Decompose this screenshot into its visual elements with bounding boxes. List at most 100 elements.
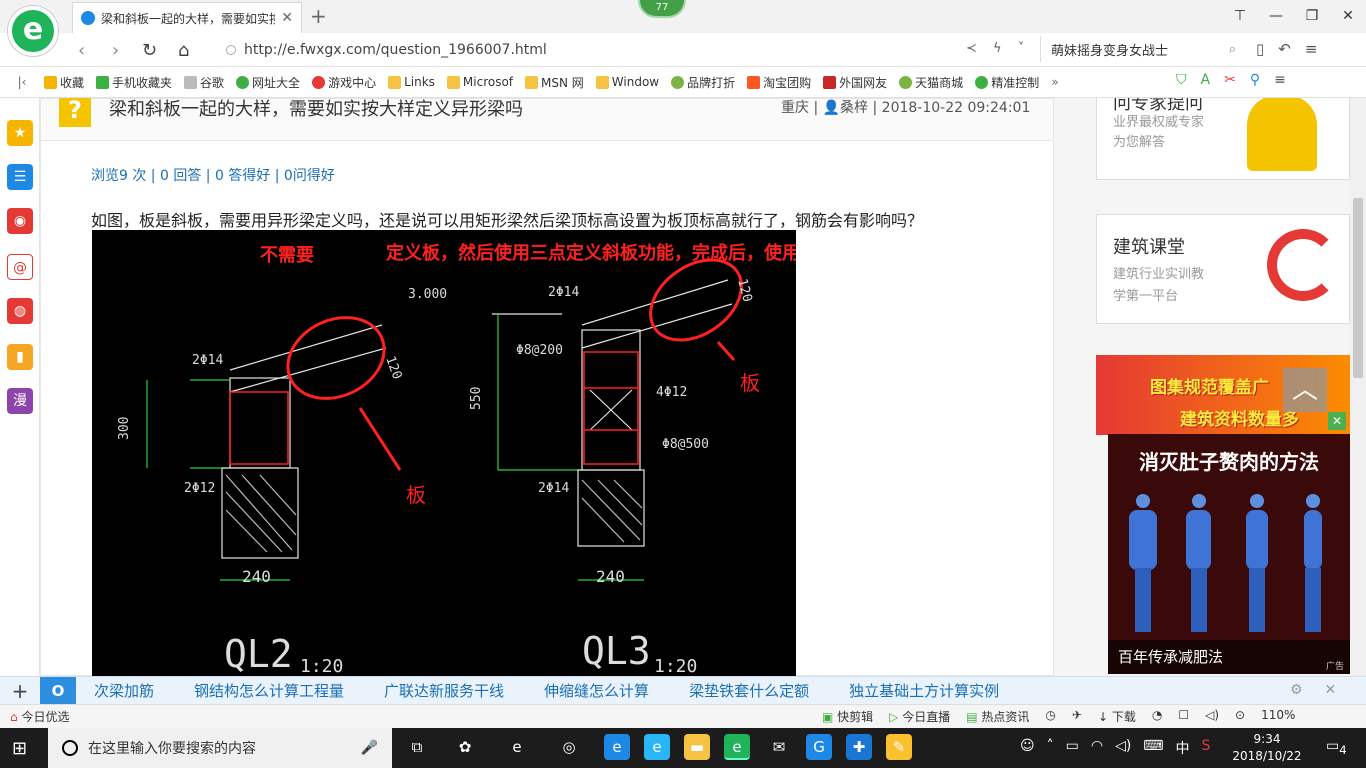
mail-icon[interactable]: ✉ xyxy=(766,734,792,760)
zoom-level[interactable]: 110% xyxy=(1261,708,1295,725)
question-stats[interactable]: 浏览9 次 | 0 回答 | 0 答得好 | 0问得好 xyxy=(91,165,335,185)
vertical-scrollbar[interactable] xyxy=(1350,98,1366,676)
bookmark-item[interactable]: 外国网友 xyxy=(823,74,887,91)
scrollbar-thumb[interactable] xyxy=(1353,198,1363,378)
bookmark-item[interactable]: 收藏 xyxy=(44,74,84,91)
comic-icon[interactable]: 漫 xyxy=(7,388,33,414)
glodon-icon[interactable]: G xyxy=(806,734,832,760)
keyboard-icon[interactable]: ⌨ xyxy=(1143,738,1163,758)
assistant-icon[interactable]: ✚ xyxy=(846,734,872,760)
tab-close-button[interactable]: ✕ xyxy=(281,10,293,26)
ad-close-button[interactable]: ✕ xyxy=(1328,412,1346,430)
quick-edit-button[interactable]: ▣ 快剪辑 xyxy=(822,708,873,725)
wifi-icon[interactable]: ◠ xyxy=(1091,738,1103,758)
bookmark-folder[interactable]: MSN 网 xyxy=(525,74,584,91)
task-view-icon[interactable]: ⧉ xyxy=(404,734,430,760)
games-icon[interactable]: ◍ xyxy=(7,298,33,324)
bookmark-folder[interactable]: Microsof xyxy=(446,75,513,89)
mail-icon[interactable]: @ xyxy=(7,254,33,280)
ie-blue-icon[interactable]: e xyxy=(604,734,630,760)
window-icon[interactable]: ☐ xyxy=(1178,708,1189,725)
pinwheel-app-icon[interactable]: ✿ xyxy=(452,734,478,760)
volume-icon[interactable]: ◁) xyxy=(1205,708,1219,725)
add-icon[interactable]: + xyxy=(0,679,40,703)
hot-link[interactable]: 梁垫铁套什么定额 xyxy=(689,680,809,701)
clock[interactable]: 9:34 2018/10/22 xyxy=(1232,731,1302,765)
status-daily-picks[interactable]: ⌂ 今日优选 xyxy=(10,708,69,725)
bookmark-folder[interactable]: Window xyxy=(595,75,659,89)
taskbar-search-input[interactable]: 在这里输入你要搜索的内容 🎤 xyxy=(48,728,392,768)
collapse-sidebar-icon[interactable]: |‹ xyxy=(0,75,44,89)
accelerate-icon[interactable]: ◷ xyxy=(1045,708,1055,725)
battery-icon[interactable]: ▭ xyxy=(1066,738,1079,758)
bookmark-item[interactable]: 手机收藏夹 xyxy=(96,74,172,91)
bookmark-item[interactable]: 淘宝团购 xyxy=(747,74,811,91)
expert-card[interactable]: 问专家提问 业界最权威专家 为您解答 xyxy=(1096,98,1350,180)
search-input[interactable]: 萌妹摇身变身女战士 ⌕ xyxy=(1040,36,1244,62)
bookmark-item[interactable]: 品牌打折 xyxy=(671,74,735,91)
magnifier-icon[interactable]: ⚲ xyxy=(1250,72,1260,88)
back-arrow-icon[interactable]: ‹ xyxy=(78,40,85,61)
download-button[interactable]: ↓ 下载 xyxy=(1098,708,1136,725)
share-icon[interactable]: ≺ ϟ ˅ xyxy=(966,41,1030,56)
hot-link[interactable]: 伸缩缝怎么计算 xyxy=(544,680,649,701)
hot-link[interactable]: 广联达新服务干线 xyxy=(384,680,504,701)
hot-news-button[interactable]: ▤ 热点资讯 xyxy=(966,708,1029,725)
tools-icon[interactable]: ▯↶≡ xyxy=(1256,40,1331,58)
volume-icon[interactable]: ◁) xyxy=(1115,738,1131,758)
search-icon[interactable]: ⌕ xyxy=(1229,42,1236,57)
chat-icon xyxy=(975,75,989,89)
notes-icon[interactable]: ✎ xyxy=(886,734,912,760)
news-feed-icon[interactable]: ☰ xyxy=(7,164,33,190)
browser-logo[interactable]: e xyxy=(8,6,58,56)
hot-link[interactable]: 钢结构怎么计算工程量 xyxy=(194,680,344,701)
hotbar-settings-icon[interactable]: ⚙✕ xyxy=(1290,682,1358,698)
scroll-to-top-button[interactable]: ︿ xyxy=(1283,368,1327,412)
tab-active[interactable]: 梁和斜板一起的大样，需要如实按 ✕ xyxy=(72,2,302,33)
internet-explorer-icon[interactable]: e xyxy=(644,734,670,760)
search-logo-icon[interactable]: O xyxy=(40,676,76,705)
favorites-icon[interactable]: ★ xyxy=(7,120,33,146)
reload-icon[interactable]: ↻ xyxy=(142,40,157,61)
bookmark-item[interactable]: 游戏中心 xyxy=(312,74,376,91)
live-button[interactable]: ▷ 今日直播 xyxy=(889,708,950,725)
chrome-like-icon[interactable]: ◎ xyxy=(556,734,582,760)
tray-expand-icon[interactable]: ˄ xyxy=(1047,738,1054,758)
bookmark-item[interactable]: 天猫商城 xyxy=(899,74,963,91)
windows-start-icon[interactable]: ⊞ xyxy=(12,738,27,759)
browser-taskbar-icon[interactable]: e xyxy=(724,734,750,760)
skin-button[interactable]: ⊤ xyxy=(1222,0,1258,33)
bookmark-item[interactable]: 网址大全 xyxy=(236,74,300,91)
weibo-icon[interactable]: ◉ xyxy=(7,208,33,234)
hot-link[interactable]: 独立基础土方计算实例 xyxy=(849,680,999,701)
shield-icon[interactable]: ⛉ xyxy=(1176,72,1187,88)
bookmark-item[interactable]: 精准控制 xyxy=(975,74,1039,91)
scissors-icon[interactable]: ✂ xyxy=(1224,72,1236,88)
edge-icon[interactable]: e xyxy=(504,734,530,760)
bookmark-item[interactable]: 谷歌 xyxy=(184,74,224,91)
menu-icon[interactable]: ≡ xyxy=(1274,72,1286,88)
history-icon[interactable]: ◔ xyxy=(1152,708,1162,725)
notification-center-icon[interactable]: ▭4 xyxy=(1326,738,1347,757)
translate-icon[interactable]: A xyxy=(1201,72,1211,88)
close-window-button[interactable]: ✕ xyxy=(1330,0,1366,33)
people-icon[interactable]: ☺ xyxy=(1020,738,1035,758)
new-tab-button[interactable]: + xyxy=(310,4,327,28)
address-bar[interactable]: http://e.fwxgx.com/question_1966007.html xyxy=(226,37,1036,63)
hot-link[interactable]: 次梁加筋 xyxy=(94,680,154,701)
maximize-button[interactable]: ❐ xyxy=(1294,0,1330,33)
file-explorer-icon[interactable]: ▬ xyxy=(684,734,710,760)
ime-indicator[interactable]: 中 xyxy=(1176,738,1190,758)
course-card[interactable]: 建筑课堂 建筑行业实训教 学第一平台 xyxy=(1096,214,1350,324)
zoom-icon[interactable]: ⊙ xyxy=(1235,708,1245,725)
pin-icon[interactable]: ✈ xyxy=(1072,708,1082,725)
forward-arrow-icon[interactable]: › xyxy=(112,40,119,61)
ad-popup[interactable]: 消灭肚子赘肉的方法 百年传承减肥法 广告 xyxy=(1108,434,1350,674)
sogou-ime-icon[interactable]: S xyxy=(1202,738,1211,758)
minimize-button[interactable]: — xyxy=(1258,0,1294,33)
bookmark-folder[interactable]: Links xyxy=(388,75,435,89)
more-bookmarks-icon[interactable]: » xyxy=(1051,75,1058,89)
notebook-icon[interactable]: ▮ xyxy=(7,344,33,370)
home-icon[interactable]: ⌂ xyxy=(178,40,189,61)
microphone-icon[interactable]: 🎤 xyxy=(361,740,378,756)
